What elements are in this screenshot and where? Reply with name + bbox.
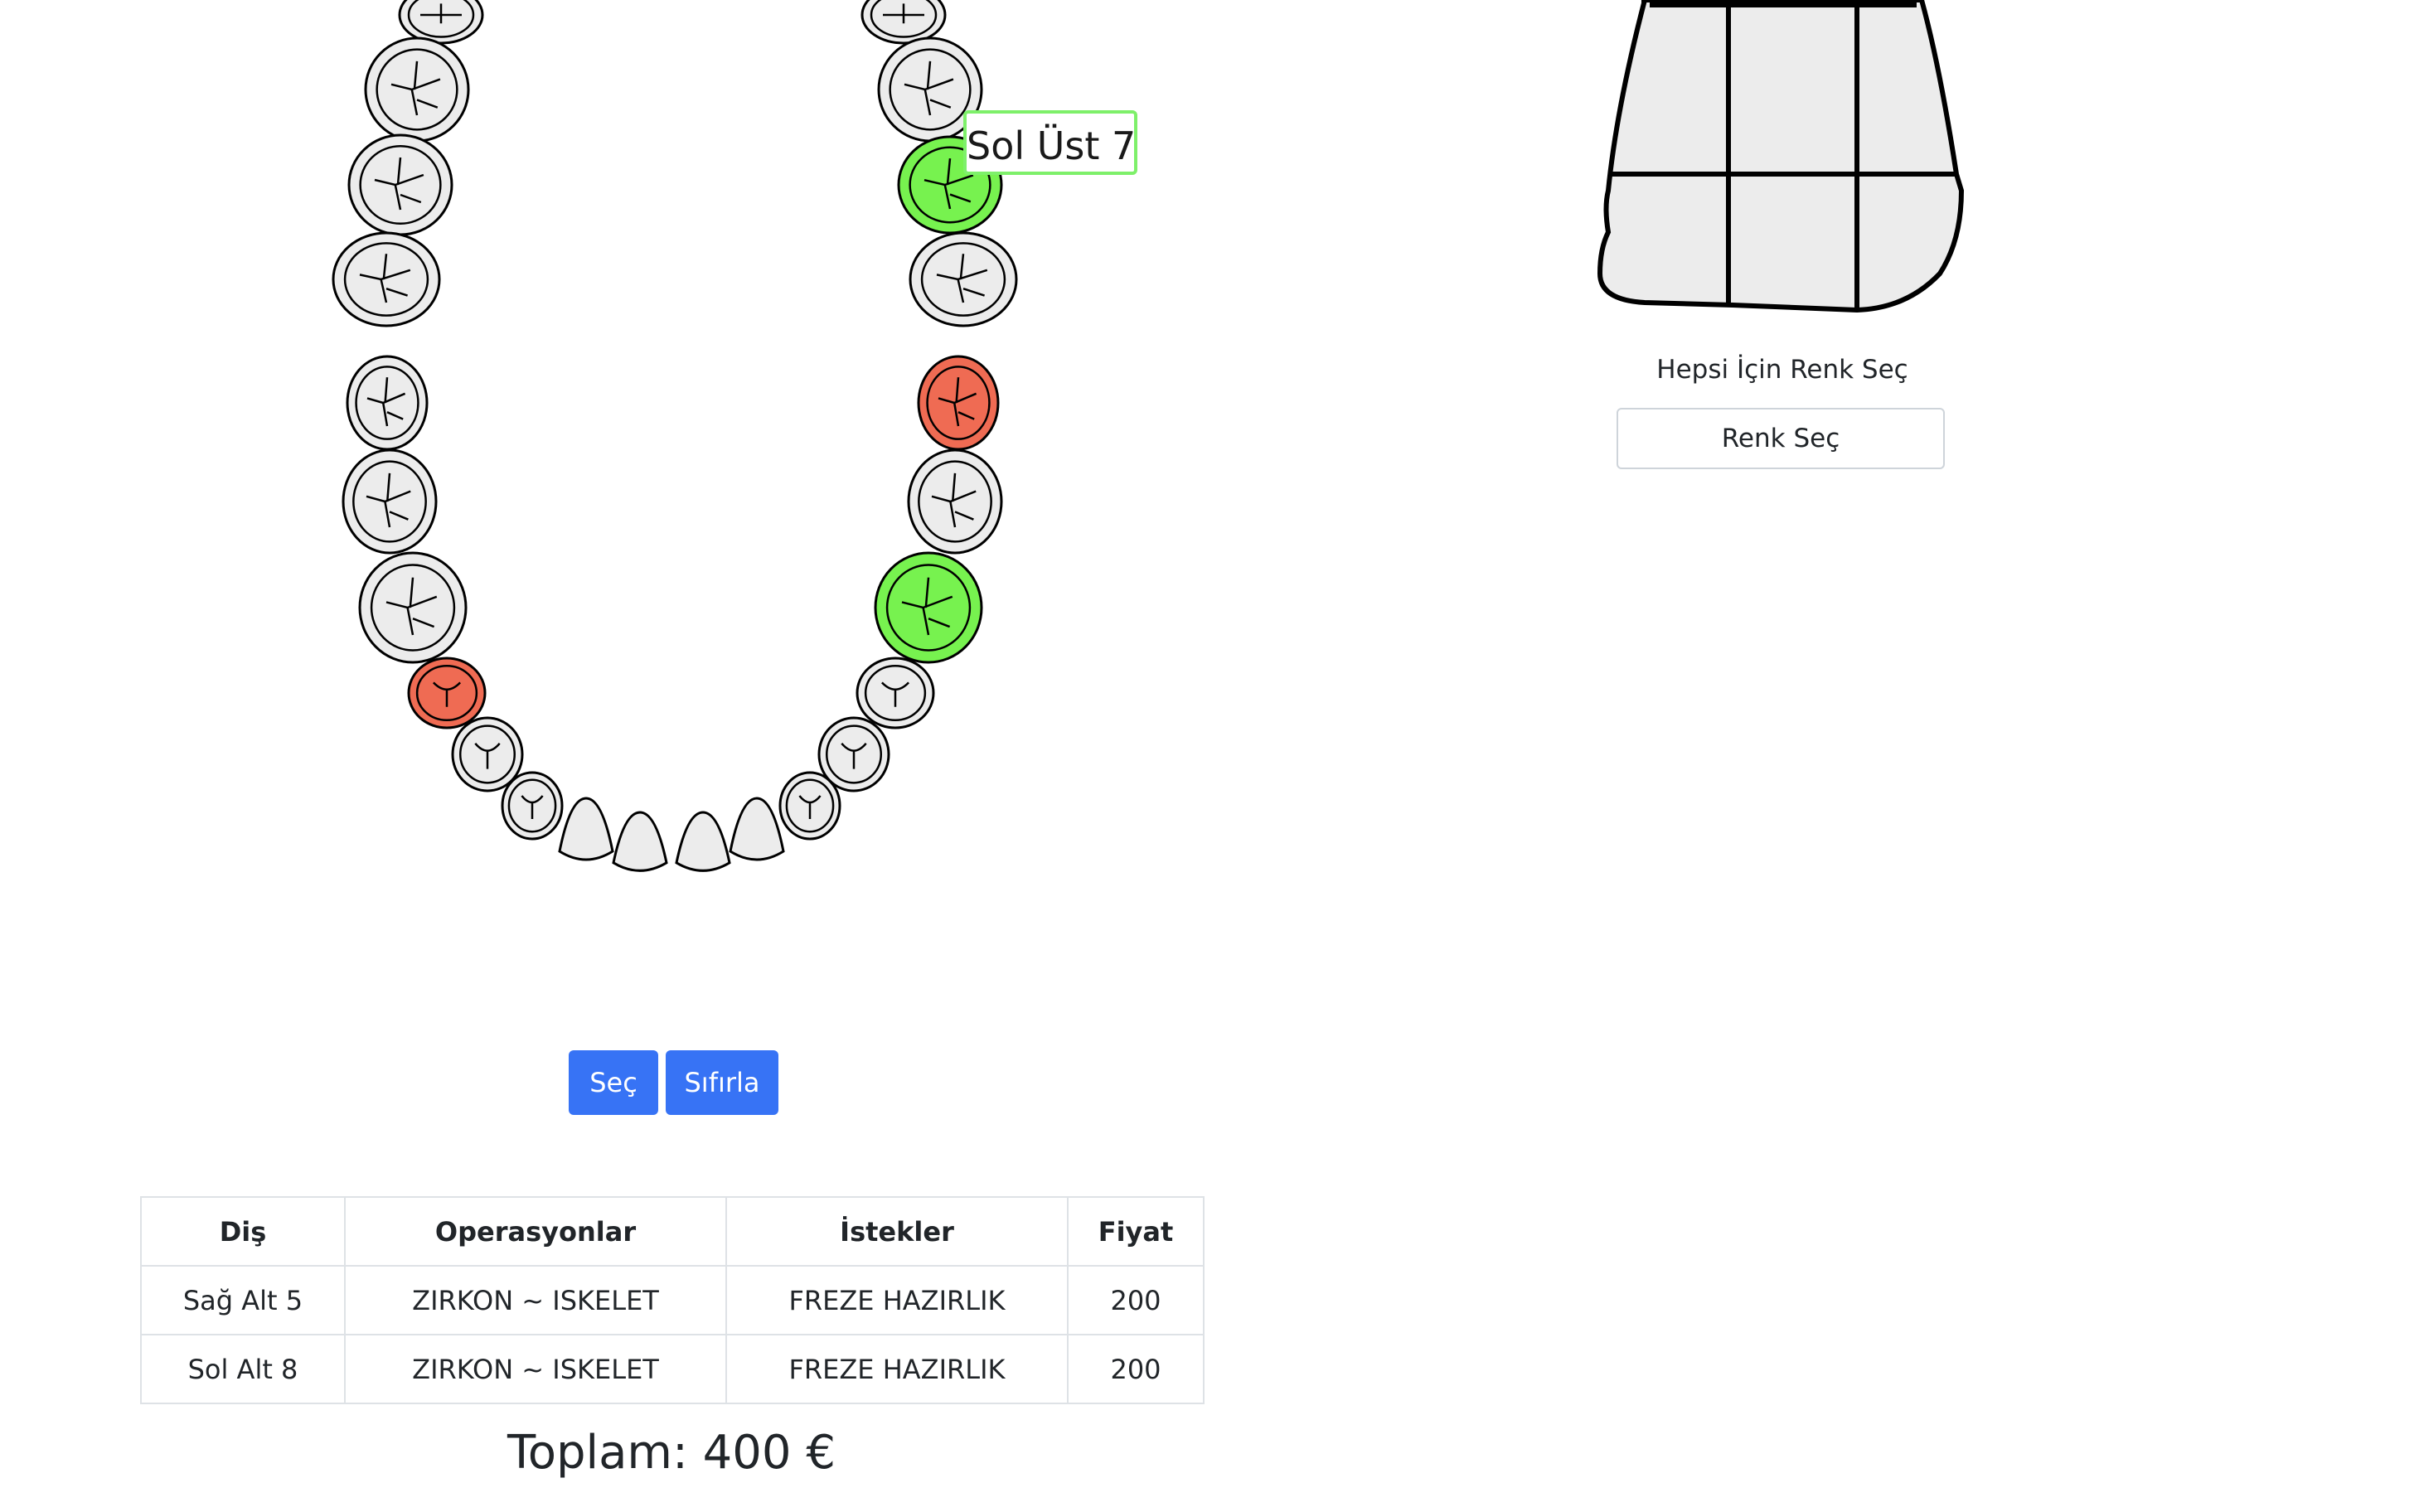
shade-label: Hepsi İçin Renk Seç — [1656, 355, 1908, 385]
tooth-lower-right-7[interactable] — [342, 448, 438, 555]
tooth-lower-right-1[interactable] — [612, 811, 668, 872]
cell-tooth: Sol Alt 8 — [140, 1334, 346, 1404]
tooth-upper-right-2[interactable] — [364, 36, 470, 143]
tooth-tooltip: Sol Üst 7 — [963, 110, 1137, 175]
tooth-upper-right-partial[interactable] — [398, 0, 484, 45]
header-requests: İstekler — [725, 1196, 1069, 1267]
select-button[interactable]: Seç — [569, 1050, 658, 1115]
total-price: Toplam: 400 € — [507, 1426, 836, 1480]
tooth-lower-left-1[interactable] — [675, 811, 731, 872]
operations-table: Diş Operasyonlar İstekler Fiyat Sağ Alt … — [140, 1196, 1205, 1404]
cell-price: 200 — [1067, 1334, 1205, 1404]
cell-operations: ZIRKON ~ ISKELET — [344, 1334, 727, 1404]
tooth-lower-left-6[interactable] — [874, 551, 983, 664]
reset-button[interactable]: Sıfırla — [666, 1050, 778, 1115]
choose-shade-button[interactable]: Renk Seç — [1617, 408, 1945, 469]
header-price: Fiyat — [1067, 1196, 1205, 1267]
tooth-upper-left-4[interactable] — [909, 231, 1018, 327]
tooth-lower-right-5[interactable] — [407, 657, 487, 729]
dental-order-page: Sol Üst 7 Seç Sıfırla Diş Operasyonlar İ… — [0, 0, 2419, 1512]
tooth-upper-right-4[interactable] — [332, 231, 441, 327]
tooth-lower-right-8[interactable] — [346, 355, 429, 451]
header-tooth: Diş — [140, 1196, 346, 1267]
cell-requests: FREZE HAZIRLIK — [725, 1265, 1069, 1335]
tooth-lower-right-6[interactable] — [358, 551, 468, 664]
tooth-upper-left-partial[interactable] — [860, 0, 947, 45]
tooth-upper-right-3[interactable] — [347, 133, 453, 236]
tooth-lower-left-7[interactable] — [907, 448, 1003, 555]
cell-price: 200 — [1067, 1265, 1205, 1335]
cell-operations: ZIRKON ~ ISKELET — [344, 1265, 727, 1335]
shade-guide-outline — [1597, 0, 1965, 313]
tooth-lower-left-4[interactable] — [817, 716, 890, 792]
header-operations: Operasyonlar — [344, 1196, 727, 1267]
tooth-lower-left-5[interactable] — [856, 657, 935, 729]
tooth-lower-left-2[interactable] — [729, 797, 785, 861]
table-row: Sağ Alt 5 ZIRKON ~ ISKELET FREZE HAZIRLI… — [140, 1265, 1205, 1335]
tooth-lower-left-8[interactable] — [917, 355, 1000, 451]
cell-tooth: Sağ Alt 5 — [140, 1265, 346, 1335]
cell-requests: FREZE HAZIRLIK — [725, 1334, 1069, 1404]
tooth-lower-right-2[interactable] — [558, 797, 614, 861]
table-row: Sol Alt 8 ZIRKON ~ ISKELET FREZE HAZIRLI… — [140, 1334, 1205, 1404]
tooth-lower-right-3[interactable] — [501, 771, 564, 841]
shade-guide-diagram — [1597, 0, 1965, 313]
table-header-row: Diş Operasyonlar İstekler Fiyat — [140, 1196, 1205, 1267]
